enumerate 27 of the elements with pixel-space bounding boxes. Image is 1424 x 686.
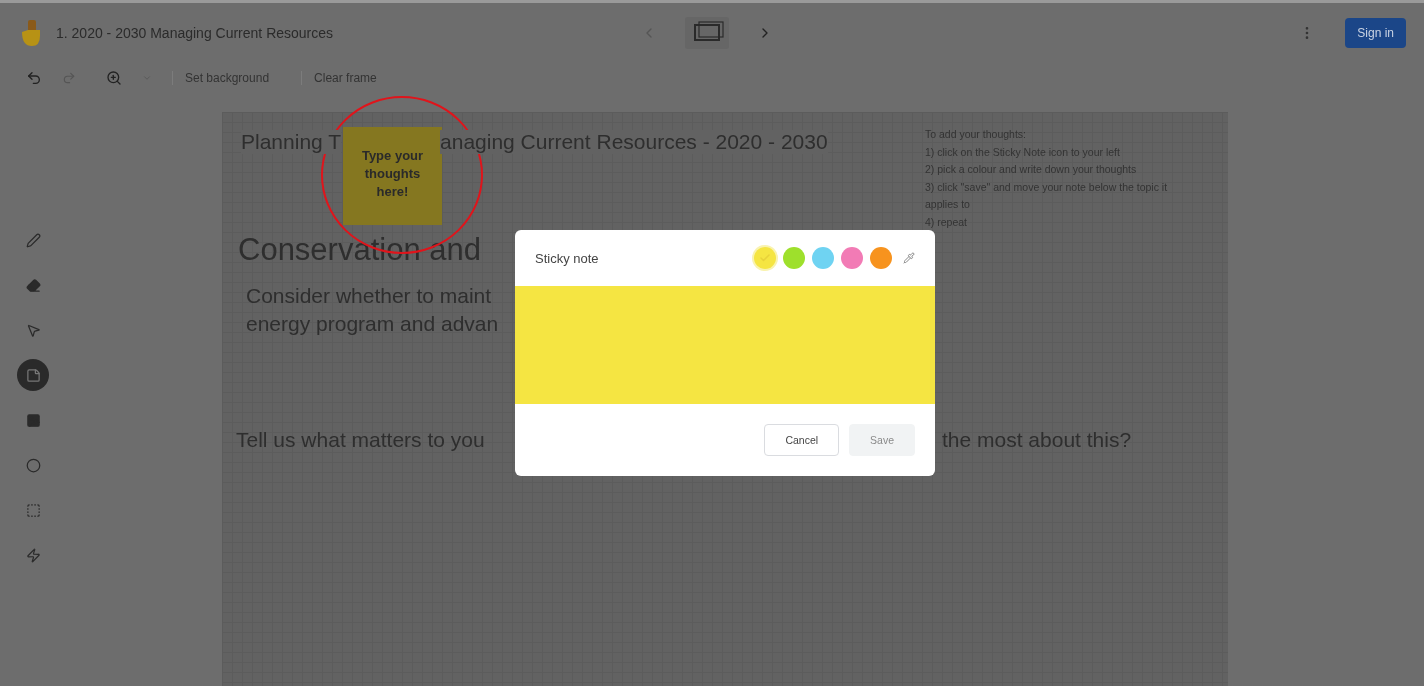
document-title: 1. 2020 - 2030 Managing Current Resources [56,24,334,41]
color-swatch[interactable] [870,247,892,269]
color-swatch[interactable] [783,247,805,269]
sticky-note[interactable]: Type your thoughts here! [343,127,442,225]
pen-icon [25,232,41,248]
sticky-tool-button[interactable] [17,359,49,391]
selection-icon [25,502,41,518]
image-icon [25,412,41,428]
dialog-title: Sticky note [535,250,599,266]
zoom-icon[interactable] [106,70,122,86]
pointer-icon [25,322,41,338]
toolbar-button[interactable]: Set background [172,71,282,85]
lightning-icon [25,547,41,563]
circle-icon [25,457,41,473]
undo-icon[interactable] [26,70,42,86]
redo-icon[interactable] [62,71,76,85]
eraser-icon [25,277,41,293]
color-swatch[interactable] [754,247,776,269]
cancel-button[interactable]: Cancel [764,424,840,456]
color-swatch[interactable] [841,247,863,269]
sticky-note-icon [25,367,41,383]
sign-in-button[interactable]: Sign in [1345,17,1406,48]
note-text-field[interactable] [515,286,935,404]
frames-icon[interactable] [685,16,730,49]
toolbar-button[interactable]: Clear frame [301,71,389,85]
color-swatch[interactable] [812,247,834,269]
eyedropper-icon[interactable] [903,252,915,264]
